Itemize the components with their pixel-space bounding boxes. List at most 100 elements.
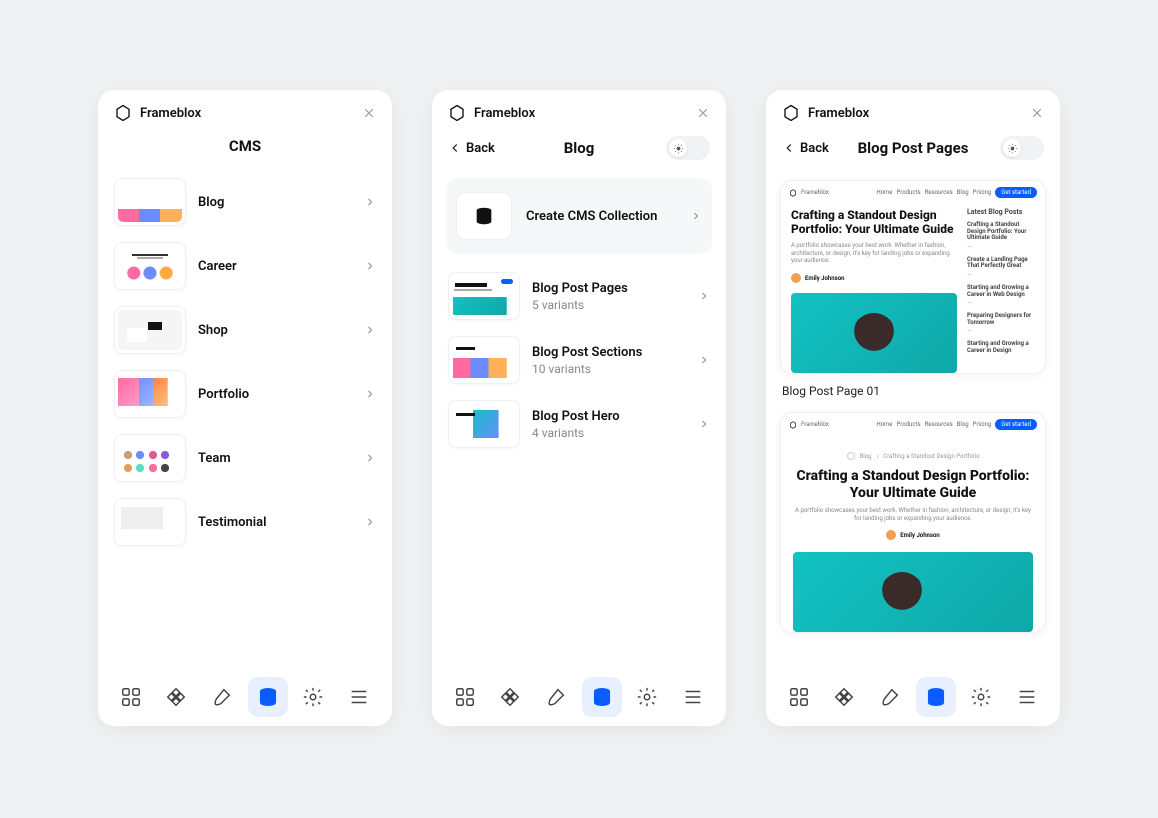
chevron-right-icon	[364, 516, 376, 528]
list-item-label: Shop	[198, 323, 352, 338]
mock-cta: Get started	[995, 419, 1037, 430]
diamond-icon	[833, 686, 855, 708]
nav-brush[interactable]	[870, 677, 910, 717]
mock-nav: Blog	[957, 189, 969, 196]
theme-toggle[interactable]	[1000, 136, 1044, 160]
mock-nav: Products	[896, 421, 920, 428]
mock-side-item: Preparing Designers for Tomorrow	[967, 313, 1035, 326]
theme-toggle[interactable]	[666, 136, 710, 160]
thumb-blog	[114, 178, 186, 226]
create-cms-collection[interactable]: Create CMS Collection	[446, 178, 712, 254]
grid-icon	[788, 686, 810, 708]
list-item-testimonial[interactable]: Testimonial	[110, 490, 380, 554]
mock-paragraph: A portfolio showcases your best work. Wh…	[791, 242, 957, 265]
gear-icon	[970, 686, 992, 708]
database-icon	[925, 686, 947, 708]
list-item-blog-post-hero[interactable]: Blog Post Hero 4 variants	[444, 392, 714, 456]
mock-brand: Frameblox	[801, 189, 829, 196]
thumb	[448, 272, 520, 320]
brand-label: Frameblox	[808, 106, 869, 121]
list-item-shop[interactable]: Shop	[110, 298, 380, 362]
list-item-blog-post-sections[interactable]: Blog Post Sections 10 variants	[444, 328, 714, 392]
mock-breadcrumb: Blog › Crafting a Standout Design Portfo…	[793, 452, 1033, 460]
menu-icon	[348, 686, 370, 708]
nav-grid[interactable]	[445, 677, 485, 717]
logo-icon	[789, 189, 797, 197]
chevron-right-icon	[690, 210, 702, 222]
preview-card-1[interactable]: Frameblox Home Products Resources Blog P…	[780, 180, 1046, 374]
feature-icon-wrap	[456, 192, 512, 240]
chevron-right-icon	[698, 418, 710, 430]
thumb	[448, 336, 520, 384]
avatar	[791, 273, 801, 283]
diamond-icon	[165, 686, 187, 708]
database-icon	[473, 205, 495, 227]
mock-author: Emily Johnson	[791, 273, 957, 283]
bottom-nav	[766, 668, 1060, 726]
thumb-testimonial	[114, 498, 186, 546]
preview-card-2[interactable]: Frameblox Home Products Resources Blog P…	[780, 412, 1046, 633]
thumb-career	[114, 242, 186, 290]
nav-grid[interactable]	[111, 677, 151, 717]
nav-menu[interactable]	[673, 677, 713, 717]
mock-nav: Resources	[925, 421, 953, 428]
grid-icon	[454, 686, 476, 708]
chevron-left-icon	[448, 141, 462, 155]
thumb-shop	[114, 306, 186, 354]
nav-settings[interactable]	[627, 677, 667, 717]
nav-settings[interactable]	[961, 677, 1001, 717]
chevron-right-icon	[698, 290, 710, 302]
nav-brush[interactable]	[536, 677, 576, 717]
mock-brand: Frameblox	[801, 421, 829, 428]
brand-label: Frameblox	[474, 106, 535, 121]
nav-diamond[interactable]	[824, 677, 864, 717]
list-item-sub: 4 variants	[532, 426, 686, 440]
gear-icon	[302, 686, 324, 708]
nav-diamond[interactable]	[490, 677, 530, 717]
list-item-label: Career	[198, 259, 352, 274]
menu-icon	[682, 686, 704, 708]
toggle-thumb	[669, 139, 687, 157]
nav-diamond[interactable]	[156, 677, 196, 717]
nav-grid[interactable]	[779, 677, 819, 717]
grid-icon	[120, 686, 142, 708]
nav-database[interactable]	[248, 677, 288, 717]
list-item-label: Team	[198, 451, 352, 466]
close-icon[interactable]	[362, 106, 376, 120]
list-item-sub: 10 variants	[532, 362, 686, 376]
nav-menu[interactable]	[1007, 677, 1047, 717]
nav-database[interactable]	[582, 677, 622, 717]
mock-author: Emily Johnson	[793, 530, 1033, 540]
nav-database[interactable]	[916, 677, 956, 717]
mock-nav: Pricing	[973, 189, 992, 196]
cms-list: Blog Career Shop Portfolio Team Testimon…	[98, 170, 392, 668]
logo-icon	[782, 104, 800, 122]
nav-settings[interactable]	[293, 677, 333, 717]
list-item-label: Blog	[198, 195, 352, 210]
back-label: Back	[800, 141, 829, 156]
list-item-label: Portfolio	[198, 387, 352, 402]
panel-blog-post-pages: Frameblox Back Blog Post Pages Frameblox…	[766, 90, 1060, 726]
back-button[interactable]: Back	[448, 141, 495, 156]
list-item-blog-post-pages[interactable]: Blog Post Pages 5 variants	[444, 264, 714, 328]
list-item-career[interactable]: Career	[110, 234, 380, 298]
thumb-portfolio	[114, 370, 186, 418]
back-button[interactable]: Back	[782, 141, 829, 156]
mock-nav: Products	[896, 189, 920, 196]
logo-icon	[448, 104, 466, 122]
nav-menu[interactable]	[339, 677, 379, 717]
mock-side-item: Crafting a Standout Design Portfolio: Yo…	[967, 222, 1035, 242]
database-icon	[591, 686, 613, 708]
list-item-label: Testimonial	[198, 515, 352, 530]
diamond-icon	[499, 686, 521, 708]
logo-icon	[789, 421, 797, 429]
feature-label: Create CMS Collection	[526, 209, 657, 224]
close-icon[interactable]	[696, 106, 710, 120]
close-icon[interactable]	[1030, 106, 1044, 120]
nav-brush[interactable]	[202, 677, 242, 717]
list-item-blog[interactable]: Blog	[110, 170, 380, 234]
gear-icon	[636, 686, 658, 708]
list-item-team[interactable]: Team	[110, 426, 380, 490]
list-item-portfolio[interactable]: Portfolio	[110, 362, 380, 426]
mock-nav: Home	[876, 421, 892, 428]
